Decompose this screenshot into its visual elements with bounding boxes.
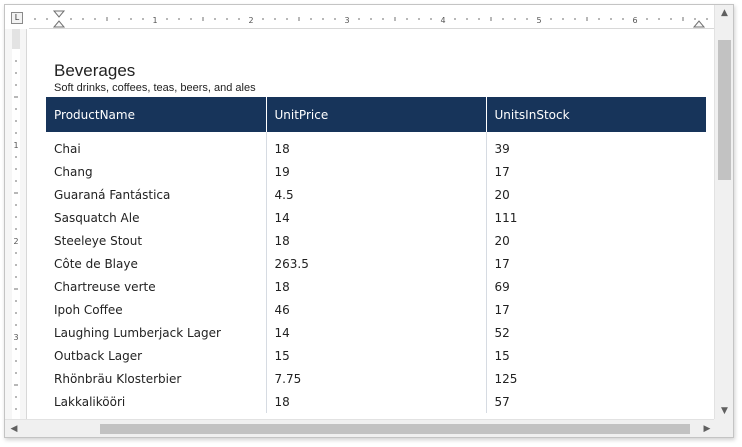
- units-in-stock-cell: 39: [494, 142, 510, 156]
- product-name-cell: Guaraná Fantástica: [46, 183, 267, 206]
- vertical-ruler-graphic: 1 2 3: [12, 29, 20, 421]
- scroll-up-arrow-icon[interactable]: ▲: [715, 5, 733, 22]
- product-name-cell: Lakkalikööri: [46, 390, 267, 413]
- units-in-stock-cell: 17: [494, 256, 510, 271]
- product-name-cell: Côte de Blaye: [46, 252, 267, 275]
- unit-price-cell: 263.5: [266, 252, 487, 275]
- ruler-number: 1: [13, 141, 18, 150]
- table-row: Chang 19 17: [46, 160, 706, 183]
- table-header-row: ProductName UnitPrice UnitsInStock: [46, 97, 706, 132]
- document-subtitle: Soft drinks, coffees, teas, beers, and a…: [54, 82, 256, 94]
- product-name-cell: Chai: [46, 132, 267, 160]
- document-page: Beverages Soft drinks, coffees, teas, be…: [28, 30, 714, 413]
- units-in-stock-cell: 17: [494, 164, 510, 179]
- column-header-unitsinstock: UnitsInStock: [486, 97, 706, 132]
- unit-price-cell: 14: [266, 206, 487, 229]
- units-in-stock-cell: 125: [494, 371, 518, 386]
- product-name-cell: Steeleye Stout: [46, 229, 267, 252]
- units-in-stock-cell: 69: [494, 279, 510, 294]
- unit-price-cell: 4.5: [266, 183, 487, 206]
- table-row: Outback Lager 15 15: [46, 344, 706, 367]
- table-row: Sasquatch Ale 14 111: [46, 206, 706, 229]
- ruler-number: 1: [152, 16, 157, 25]
- units-in-stock-cell: 20: [494, 187, 510, 202]
- ruler-number: 3: [344, 16, 349, 25]
- table-row: Guaraná Fantástica 4.5 20: [46, 183, 706, 206]
- table-row: Lakkalikööri 18 57: [46, 390, 706, 413]
- table-row: Côte de Blaye 263.5 17: [46, 252, 706, 275]
- table-row: Steeleye Stout 18 20: [46, 229, 706, 252]
- products-table: ProductName UnitPrice UnitsInStock Chai …: [46, 97, 706, 413]
- unit-price-cell: 14: [266, 321, 487, 344]
- table-row: Rhönbräu Klosterbier 7.75 125: [46, 367, 706, 390]
- column-header-productname: ProductName: [46, 97, 267, 132]
- ruler-number: 3: [13, 333, 18, 342]
- units-in-stock-cell: 17: [494, 302, 510, 317]
- units-in-stock-cell: 52: [494, 325, 510, 340]
- unit-price-cell: 15: [266, 344, 487, 367]
- product-name-cell: Outback Lager: [46, 344, 267, 367]
- horizontal-scroll-thumb[interactable]: [100, 424, 690, 434]
- vertical-scrollbar[interactable]: ▲ ▼: [714, 5, 733, 420]
- ruler-number: 2: [248, 16, 253, 25]
- document-viewer-window: L 1 2 3 4 5 6 1 2 3 Beverages Soft drinks, coff…: [4, 4, 734, 438]
- horizontal-ruler[interactable]: 1 2 3 4 5 6: [29, 9, 715, 29]
- ruler-number: 4: [440, 16, 445, 25]
- scroll-down-arrow-icon[interactable]: ▼: [715, 403, 733, 420]
- horizontal-scrollbar[interactable]: ◀ ▶: [5, 419, 716, 437]
- product-name-cell: Laughing Lumberjack Lager: [46, 321, 267, 344]
- unit-price-cell: 18: [266, 229, 487, 252]
- vertical-scroll-thumb[interactable]: [718, 40, 731, 180]
- unit-price-cell: 18: [266, 390, 487, 413]
- units-in-stock-cell: 20: [494, 233, 510, 248]
- table-row: Ipoh Coffee 46 17: [46, 298, 706, 321]
- units-in-stock-cell: 57: [494, 394, 510, 409]
- scroll-left-arrow-icon[interactable]: ◀: [5, 420, 23, 437]
- units-in-stock-cell: 15: [494, 348, 510, 363]
- ruler-number: 6: [632, 16, 637, 25]
- product-name-cell: Sasquatch Ale: [46, 206, 267, 229]
- tab-stop-selector-button[interactable]: L: [11, 12, 23, 24]
- ruler-number: 2: [13, 237, 18, 246]
- table-row: Laughing Lumberjack Lager 14 52: [46, 321, 706, 344]
- table-row: Chai 18 39: [46, 132, 706, 160]
- unit-price-cell: 46: [266, 298, 487, 321]
- product-name-cell: Rhönbräu Klosterbier: [46, 367, 267, 390]
- unit-price-cell: 7.75: [266, 367, 487, 390]
- unit-price-cell: 18: [266, 132, 487, 160]
- document-title: Beverages: [54, 61, 136, 80]
- horizontal-ruler-graphic: 1 2 3 4 5 6: [29, 10, 715, 28]
- product-name-cell: Chang: [46, 160, 267, 183]
- units-in-stock-cell: 111: [494, 210, 518, 225]
- ruler-number: 5: [536, 16, 541, 25]
- unit-price-cell: 19: [266, 160, 487, 183]
- size-grip: [714, 419, 733, 437]
- column-header-unitprice: UnitPrice: [266, 97, 487, 132]
- unit-price-cell: 18: [266, 275, 487, 298]
- vertical-ruler[interactable]: 1 2 3: [5, 29, 27, 421]
- product-name-cell: Chartreuse verte: [46, 275, 267, 298]
- table-row: Chartreuse verte 18 69: [46, 275, 706, 298]
- product-name-cell: Ipoh Coffee: [46, 298, 267, 321]
